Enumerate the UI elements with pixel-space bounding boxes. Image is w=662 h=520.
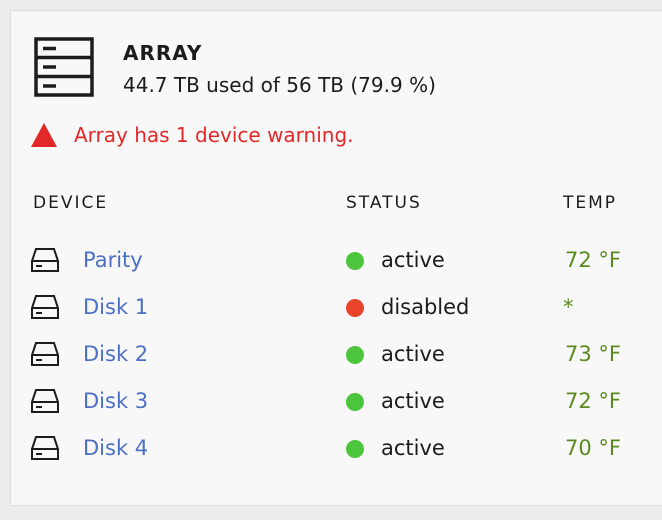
column-header-device: DEVICE — [33, 193, 109, 213]
status-text: disabled — [381, 295, 470, 319]
temperature-value: 73 °F — [565, 342, 621, 366]
device-link[interactable]: Parity — [83, 248, 143, 272]
device-row-disk-4: Disk 4 active 70 °F — [11, 428, 662, 468]
device-row-disk-2: Disk 2 active 73 °F — [11, 334, 662, 374]
temperature-value: 70 °F — [565, 436, 621, 460]
device-row-disk-3: Disk 3 active 72 °F — [11, 381, 662, 421]
hard-drive-icon — [31, 342, 59, 366]
temperature-value: 72 °F — [565, 389, 621, 413]
status-active-dot — [346, 252, 364, 270]
status-text: active — [381, 389, 445, 413]
temperature-value: * — [563, 295, 574, 319]
hard-drive-icon — [31, 436, 59, 460]
status-active-dot — [346, 440, 364, 458]
status-active-dot — [346, 346, 364, 364]
device-link[interactable]: Disk 3 — [83, 389, 148, 413]
status-text: active — [381, 436, 445, 460]
status-disabled-dot — [346, 299, 364, 317]
array-warning: Array has 1 device warning. — [74, 123, 354, 147]
temperature-value: 72 °F — [565, 248, 621, 272]
column-header-status: STATUS — [346, 193, 422, 213]
warning-icon — [31, 123, 57, 147]
hard-drive-icon — [31, 295, 59, 319]
device-link[interactable]: Disk 2 — [83, 342, 148, 366]
server-icon — [34, 37, 94, 97]
device-row-disk-1: Disk 1 disabled * — [11, 287, 662, 327]
array-title: ARRAY — [123, 41, 203, 65]
device-link[interactable]: Disk 4 — [83, 436, 148, 460]
array-usage: 44.7 TB used of 56 TB (79.9 %) — [123, 73, 436, 97]
hard-drive-icon — [31, 389, 59, 413]
array-panel: ARRAY 44.7 TB used of 56 TB (79.9 %) Arr… — [10, 10, 662, 506]
column-header-temp: TEMP — [563, 193, 618, 213]
status-active-dot — [346, 393, 364, 411]
device-row-parity: Parity active 72 °F — [11, 240, 662, 280]
device-link[interactable]: Disk 1 — [83, 295, 148, 319]
status-text: active — [381, 342, 445, 366]
hard-drive-icon — [31, 248, 59, 272]
status-text: active — [381, 248, 445, 272]
